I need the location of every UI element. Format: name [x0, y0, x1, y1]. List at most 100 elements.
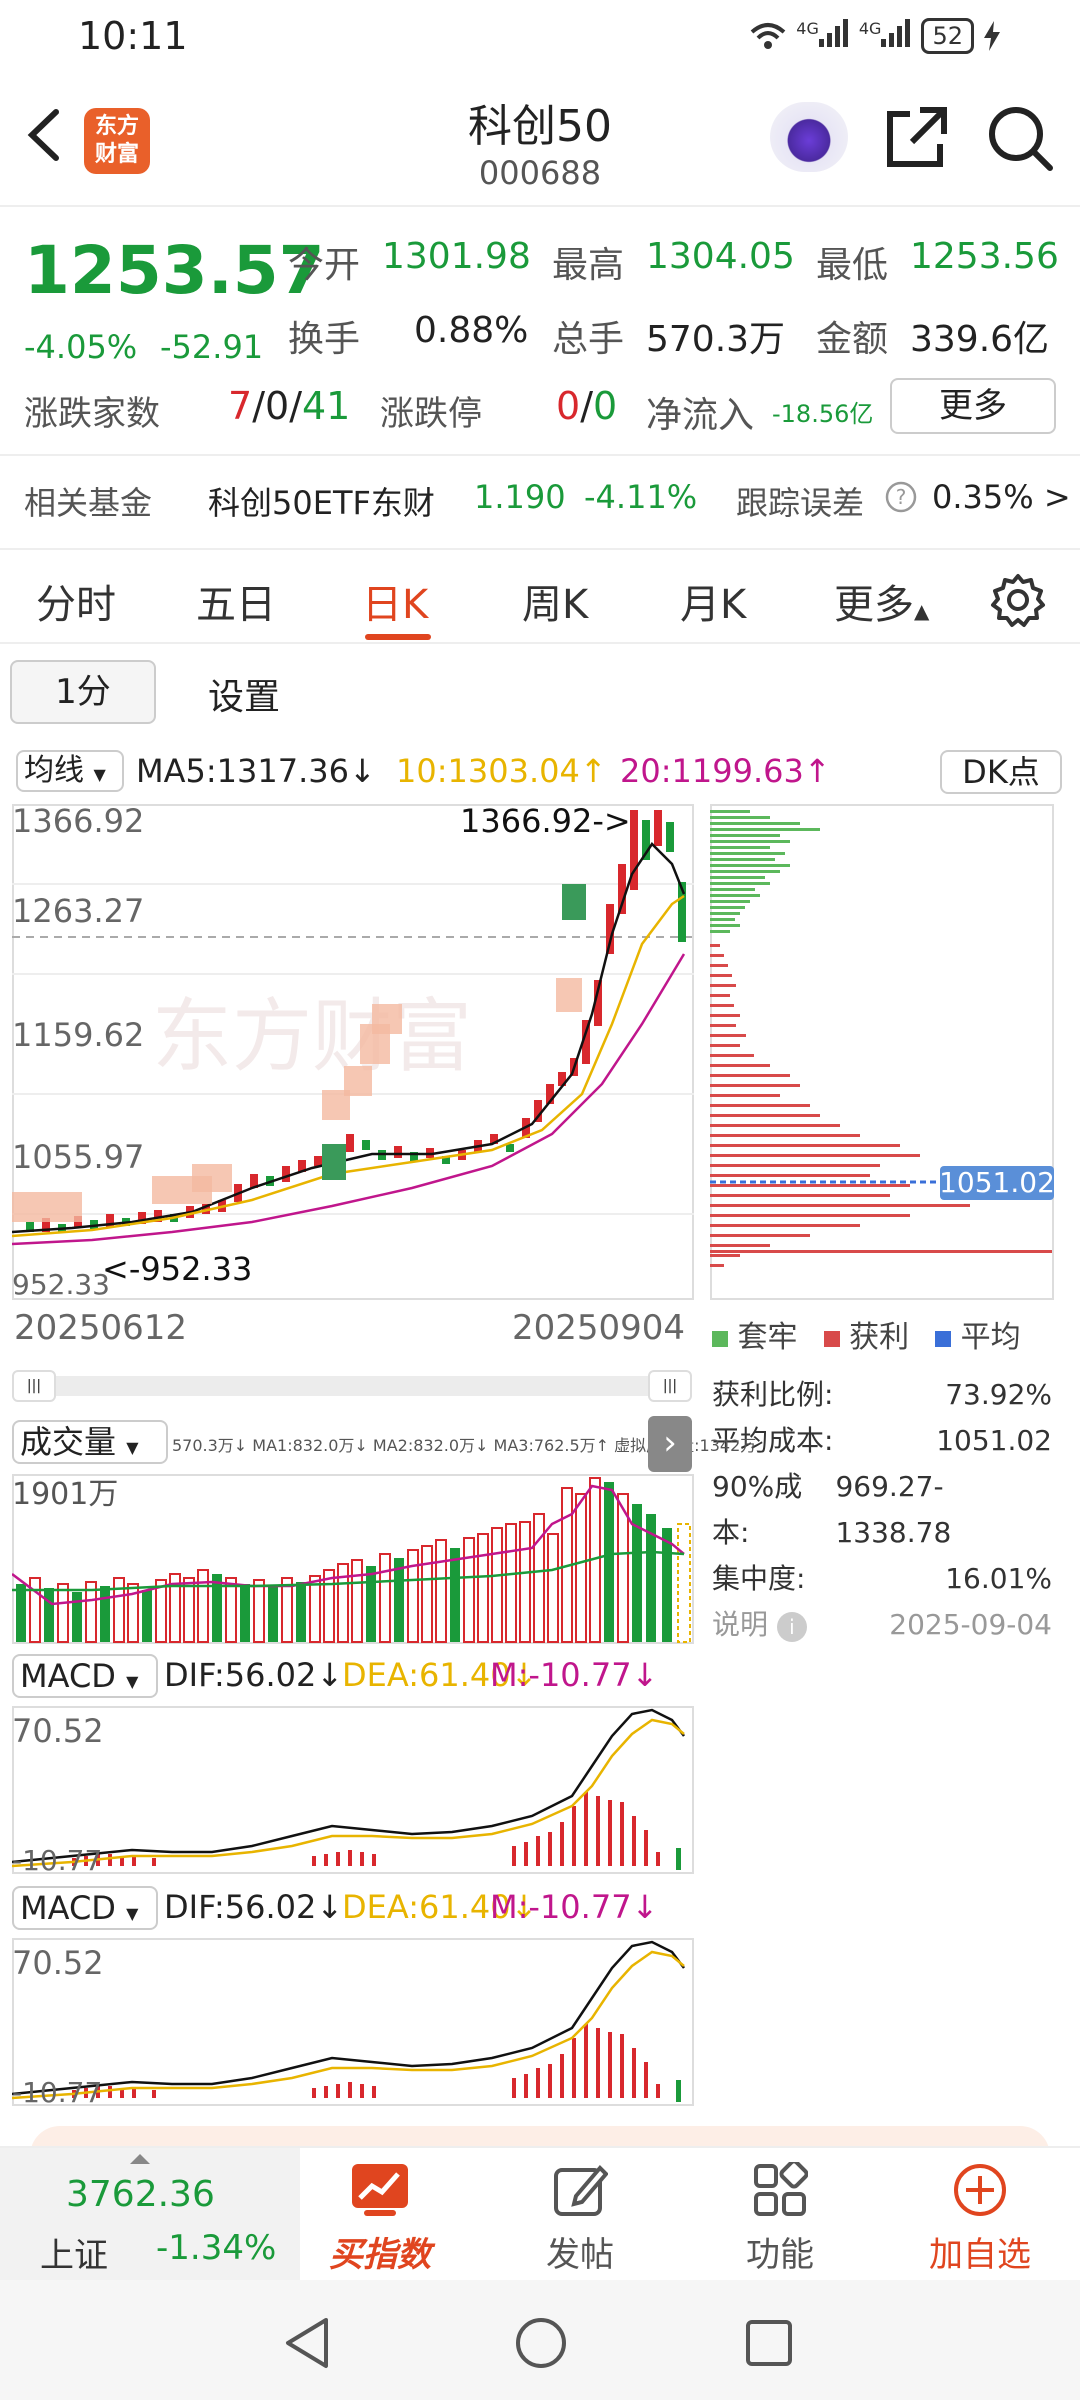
current-price: 1253.57: [24, 232, 325, 309]
chip-legend: 套牢 获利 平均: [712, 1312, 1021, 1356]
open-value: 1301.98: [382, 236, 531, 277]
more-button[interactable]: 更多: [890, 378, 1056, 434]
macd-select-1[interactable]: MACD ▼: [12, 1654, 158, 1698]
amount-value: 339.6亿: [910, 319, 1050, 360]
inflow-label: 净流入: [646, 395, 755, 436]
buy-index-button[interactable]: 买指数: [310, 2162, 450, 2276]
ma20-value: 20:1199.63↑: [620, 752, 831, 790]
turnover-label: 换手: [288, 319, 361, 360]
battery-icon: 52: [921, 18, 974, 54]
chip-stats: 获利比例: 73.92% 平均成本: 1051.02 90%成本: 969.27-13…: [712, 1372, 1052, 1648]
post-button[interactable]: 发帖: [510, 2162, 650, 2276]
index-change: -1.34%: [156, 2228, 277, 2268]
profit-ratio-row: 获利比例: 73.92%: [712, 1378, 1052, 1411]
range-handle-right[interactable]: |||: [648, 1370, 692, 1402]
volume-indicator-select[interactable]: 成交量 ▼: [12, 1420, 168, 1464]
expand-arrow-icon[interactable]: ›: [648, 1416, 692, 1472]
fund-change: -4.11%: [584, 478, 698, 516]
tracking-label: 跟踪误差: [736, 484, 865, 522]
macd2-m: M:-10.77↓: [490, 1888, 659, 1926]
charging-icon: [984, 21, 1000, 51]
tab-daily-k[interactable]: 日K: [362, 572, 428, 630]
y-label-3: 1159.62: [12, 1016, 144, 1054]
tracking-value: 0.35% >: [932, 478, 1071, 516]
macd2-dif: DIF:56.02↓: [164, 1888, 344, 1926]
high-marker: 1366.92->: [460, 804, 631, 840]
inflow-value: -18.56亿: [772, 400, 874, 428]
fund-label: 相关基金: [24, 484, 153, 522]
change-amount: -52.91: [160, 328, 264, 366]
tab-indicator: [365, 634, 431, 640]
nav-back-icon[interactable]: [282, 2316, 332, 2370]
ma5-value: MA5:1317.36↓: [136, 752, 376, 790]
signal-icon-1: 4G: [796, 19, 849, 53]
apps-grid-icon: [754, 2159, 809, 2216]
macd2-top-label: 70.52: [12, 1944, 104, 1982]
svg-text:?: ?: [896, 485, 907, 509]
dk-point-button[interactable]: DK点: [940, 750, 1062, 794]
start-date: 20250612: [14, 1308, 188, 1348]
legend-average: 平均: [935, 1312, 1021, 1356]
edit-icon: [554, 2165, 609, 2216]
watermark: 东方财富: [152, 990, 472, 1083]
fund-name: 科创50ETF东财: [208, 484, 435, 522]
open-label: 今开: [288, 245, 361, 286]
add-watchlist-button[interactable]: 加自选: [910, 2162, 1050, 2276]
turnover-value: 0.88%: [414, 310, 529, 351]
nav-recents-icon[interactable]: [744, 2318, 794, 2368]
tab-intraday[interactable]: 分时: [36, 572, 116, 630]
macd-select-2[interactable]: MACD ▼: [12, 1886, 158, 1930]
divider: [0, 454, 1080, 456]
limit-values: 0/0: [556, 384, 618, 428]
chip-note-row[interactable]: 说明 i 2025-09-04: [712, 1602, 1052, 1648]
period-tabs: 分时 五日 日K 周K 月K 更多▲: [0, 548, 1080, 644]
wifi-icon: [750, 23, 786, 49]
high-value: 1304.05: [646, 236, 795, 277]
trend-chart-icon: [352, 2164, 408, 2216]
breadth-values: 7/0/41: [228, 384, 351, 428]
minute-period-button[interactable]: 1分: [10, 660, 156, 724]
change-percent: -4.05%: [24, 328, 138, 366]
range-handle-left[interactable]: |||: [12, 1370, 56, 1402]
bottom-nav: 3762.36 上证 -1.34% 买指数 发帖 功能 加自选: [0, 2146, 1080, 2282]
range-slider[interactable]: ||| |||: [12, 1370, 692, 1402]
tab-more[interactable]: 更多▲: [834, 572, 929, 630]
share-icon[interactable]: [880, 102, 952, 174]
kline-chart[interactable]: 东方财富 1366.92 1263.27 1159.62 1055.97 952…: [12, 804, 694, 1300]
macd1-top-label: 70.52: [12, 1712, 104, 1750]
index-ticker[interactable]: 3762.36 上证 -1.34%: [0, 2148, 300, 2282]
avg-cost-row: 平均成本: 1051.02: [712, 1424, 1052, 1457]
y-label-top: 1366.92: [12, 804, 144, 840]
settings-link[interactable]: 设置: [208, 668, 280, 720]
related-fund-row[interactable]: 相关基金 科创50ETF东财 1.190 -4.11% 跟踪误差 ? 0.35%…: [0, 460, 1080, 546]
tab-monthly-k[interactable]: 月K: [680, 572, 746, 630]
expand-up-icon: [130, 2154, 150, 2164]
ma-type-select[interactable]: 均线 ▼: [16, 750, 124, 792]
search-icon[interactable]: [984, 102, 1056, 174]
ma10-value: 10:1303.04↑: [396, 752, 607, 790]
y-label-4: 1055.97: [12, 1138, 144, 1176]
macd1-m: M:-10.77↓: [490, 1656, 659, 1694]
assistant-robot-icon[interactable]: [770, 102, 848, 172]
macd-chart-2: 70.52 -10.77: [12, 1938, 694, 2106]
avg-cost-tag-label: 1051.02: [939, 1166, 1054, 1199]
low-label: 最低: [816, 245, 889, 286]
breadth-label: 涨跌家数: [24, 394, 160, 434]
y-label-2: 1263.27: [12, 892, 144, 930]
tab-weekly-k[interactable]: 周K: [522, 572, 588, 630]
amount-label: 金额: [816, 319, 889, 360]
functions-button[interactable]: 功能: [710, 2159, 850, 2276]
status-icons: 4G 4G 52: [750, 18, 1000, 54]
index-name: 上证: [40, 2236, 108, 2276]
nav-home-icon[interactable]: [514, 2316, 568, 2370]
add-circle-icon: [954, 2164, 1006, 2216]
tab-five-day[interactable]: 五日: [196, 572, 276, 630]
chip-distribution-chart[interactable]: 1051.02: [710, 804, 1054, 1300]
help-icon[interactable]: ?: [884, 480, 918, 514]
index-value: 3762.36: [66, 2174, 215, 2215]
cost90-row: 90%成本: 969.27-1338.78: [712, 1470, 952, 1549]
low-marker: <-952.33: [102, 1250, 252, 1288]
system-navigation-bar: [0, 2280, 1080, 2400]
low-value: 1253.56: [910, 236, 1059, 277]
settings-gear-icon[interactable]: [990, 572, 1046, 628]
